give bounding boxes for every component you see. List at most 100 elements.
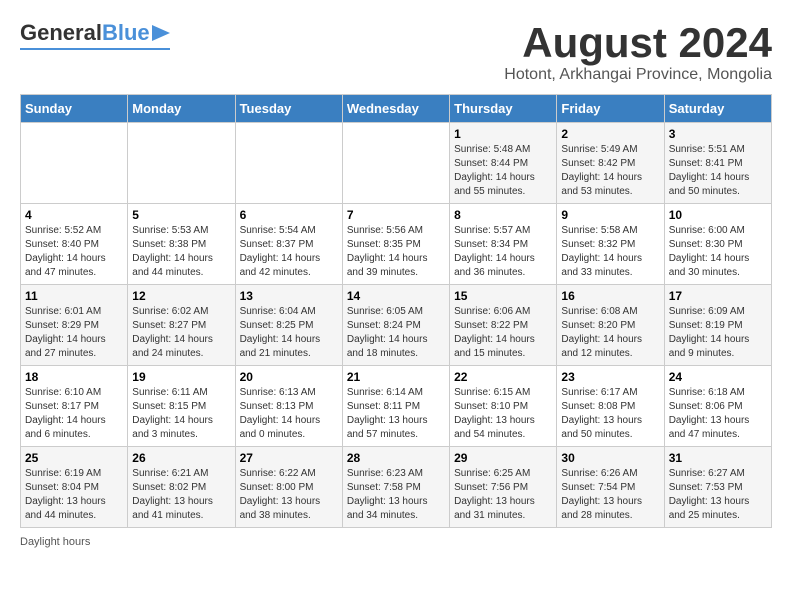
weekday-row: SundayMondayTuesdayWednesdayThursdayFrid… [21,95,772,123]
calendar-cell: 8 Sunrise: 5:57 AM Sunset: 8:34 PM Daylig… [450,204,557,285]
weekday-header: Monday [128,95,235,123]
logo-blue: Blue [102,20,150,46]
day-info: Sunrise: 6:19 AM Sunset: 8:04 PM Dayligh… [25,467,123,523]
day-info: Sunrise: 6:08 AM Sunset: 8:20 PM Dayligh… [561,305,659,361]
calendar-cell: 14 Sunrise: 6:05 AM Sunset: 8:24 PM Dayli… [342,285,449,366]
calendar-cell: 2 Sunrise: 5:49 AM Sunset: 8:42 PM Daylig… [557,123,664,204]
logo-arrow-icon [152,25,170,41]
day-number: 3 [669,127,767,141]
day-info: Sunrise: 5:53 AM Sunset: 8:38 PM Dayligh… [132,224,230,280]
day-number: 26 [132,451,230,465]
day-number: 31 [669,451,767,465]
day-number: 1 [454,127,552,141]
day-number: 25 [25,451,123,465]
day-number: 4 [25,208,123,222]
day-number: 17 [669,289,767,303]
day-number: 13 [240,289,338,303]
day-info: Sunrise: 6:18 AM Sunset: 8:06 PM Dayligh… [669,386,767,442]
calendar-cell: 29 Sunrise: 6:25 AM Sunset: 7:56 PM Dayli… [450,447,557,528]
day-info: Sunrise: 5:51 AM Sunset: 8:41 PM Dayligh… [669,143,767,199]
day-number: 12 [132,289,230,303]
calendar-cell [21,123,128,204]
calendar-week-row: 18 Sunrise: 6:10 AM Sunset: 8:17 PM Dayli… [21,366,772,447]
calendar-cell: 13Sunrise: 6:04 AM Sunset: 8:25 PM Dayli… [235,285,342,366]
calendar-cell: 18 Sunrise: 6:10 AM Sunset: 8:17 PM Dayli… [21,366,128,447]
title-block: August 2024 Hotont, Arkhangai Province, … [504,20,772,84]
day-number: 15 [454,289,552,303]
calendar-cell: 12 Sunrise: 6:02 AM Sunset: 8:27 PM Dayli… [128,285,235,366]
day-info: Sunrise: 6:10 AM Sunset: 8:17 PM Dayligh… [25,386,123,442]
day-number: 27 [240,451,338,465]
day-number: 18 [25,370,123,384]
day-number: 8 [454,208,552,222]
day-info: Sunrise: 6:23 AM Sunset: 7:58 PM Dayligh… [347,467,445,523]
day-number: 29 [454,451,552,465]
day-number: 22 [454,370,552,384]
day-info: Sunrise: 6:11 AM Sunset: 8:15 PM Dayligh… [132,386,230,442]
day-info: Sunrise: 6:01 AM Sunset: 8:29 PM Dayligh… [25,305,123,361]
day-number: 16 [561,289,659,303]
day-number: 11 [25,289,123,303]
day-number: 6 [240,208,338,222]
page-header: General Blue August 2024 Hotont, Arkhang… [20,20,772,84]
calendar-cell [235,123,342,204]
day-info: Sunrise: 6:13 AM Sunset: 8:13 PM Dayligh… [240,386,338,442]
calendar-cell: 26 Sunrise: 6:21 AM Sunset: 8:02 PM Dayli… [128,447,235,528]
day-number: 30 [561,451,659,465]
calendar-cell: 23Sunrise: 6:17 AM Sunset: 8:08 PM Dayli… [557,366,664,447]
day-info: Sunrise: 5:48 AM Sunset: 8:44 PM Dayligh… [454,143,552,199]
day-info: Sunrise: 6:21 AM Sunset: 8:02 PM Dayligh… [132,467,230,523]
calendar-cell: 30 Sunrise: 6:26 AM Sunset: 7:54 PM Dayli… [557,447,664,528]
calendar-cell: 27 Sunrise: 6:22 AM Sunset: 8:00 PM Dayli… [235,447,342,528]
day-info: Sunrise: 5:54 AM Sunset: 8:37 PM Dayligh… [240,224,338,280]
page-title: August 2024 [504,20,772,66]
day-info: Sunrise: 6:17 AM Sunset: 8:08 PM Dayligh… [561,386,659,442]
day-info: Sunrise: 6:15 AM Sunset: 8:10 PM Dayligh… [454,386,552,442]
day-info: Sunrise: 5:49 AM Sunset: 8:42 PM Dayligh… [561,143,659,199]
day-info: Sunrise: 5:52 AM Sunset: 8:40 PM Dayligh… [25,224,123,280]
calendar-cell: 15 Sunrise: 6:06 AM Sunset: 8:22 PM Dayli… [450,285,557,366]
day-info: Sunrise: 5:58 AM Sunset: 8:32 PM Dayligh… [561,224,659,280]
day-number: 7 [347,208,445,222]
calendar-cell [128,123,235,204]
day-info: Sunrise: 6:25 AM Sunset: 7:56 PM Dayligh… [454,467,552,523]
calendar-cell: 11 Sunrise: 6:01 AM Sunset: 8:29 PM Dayli… [21,285,128,366]
weekday-header: Tuesday [235,95,342,123]
calendar-table: SundayMondayTuesdayWednesdayThursdayFrid… [20,94,772,528]
day-info: Sunrise: 6:14 AM Sunset: 8:11 PM Dayligh… [347,386,445,442]
calendar-header: SundayMondayTuesdayWednesdayThursdayFrid… [21,95,772,123]
calendar-cell: 7Sunrise: 5:56 AM Sunset: 8:35 PM Daylig… [342,204,449,285]
calendar-cell: 6 Sunrise: 5:54 AM Sunset: 8:37 PM Daylig… [235,204,342,285]
day-info: Sunrise: 6:05 AM Sunset: 8:24 PM Dayligh… [347,305,445,361]
day-number: 14 [347,289,445,303]
day-number: 9 [561,208,659,222]
day-number: 2 [561,127,659,141]
day-info: Sunrise: 6:06 AM Sunset: 8:22 PM Dayligh… [454,305,552,361]
calendar-cell: 17 Sunrise: 6:09 AM Sunset: 8:19 PM Dayli… [664,285,771,366]
calendar-cell: 1 Sunrise: 5:48 AM Sunset: 8:44 PM Daylig… [450,123,557,204]
day-number: 5 [132,208,230,222]
calendar-body: 1 Sunrise: 5:48 AM Sunset: 8:44 PM Daylig… [21,123,772,528]
day-number: 10 [669,208,767,222]
logo-general: General [20,20,102,46]
day-number: 24 [669,370,767,384]
calendar-week-row: 11 Sunrise: 6:01 AM Sunset: 8:29 PM Dayli… [21,285,772,366]
day-info: Sunrise: 6:22 AM Sunset: 8:00 PM Dayligh… [240,467,338,523]
calendar-cell: 4 Sunrise: 5:52 AM Sunset: 8:40 PM Daylig… [21,204,128,285]
calendar-cell [342,123,449,204]
day-info: Sunrise: 6:00 AM Sunset: 8:30 PM Dayligh… [669,224,767,280]
calendar-cell: 3 Sunrise: 5:51 AM Sunset: 8:41 PM Daylig… [664,123,771,204]
calendar-week-row: 25 Sunrise: 6:19 AM Sunset: 8:04 PM Dayli… [21,447,772,528]
day-info: Sunrise: 6:26 AM Sunset: 7:54 PM Dayligh… [561,467,659,523]
calendar-cell: 31Sunrise: 6:27 AM Sunset: 7:53 PM Dayli… [664,447,771,528]
day-info: Sunrise: 6:09 AM Sunset: 8:19 PM Dayligh… [669,305,767,361]
day-info: Sunrise: 5:57 AM Sunset: 8:34 PM Dayligh… [454,224,552,280]
day-info: Sunrise: 6:02 AM Sunset: 8:27 PM Dayligh… [132,305,230,361]
calendar-cell: 25 Sunrise: 6:19 AM Sunset: 8:04 PM Dayli… [21,447,128,528]
calendar-cell: 5 Sunrise: 5:53 AM Sunset: 8:38 PM Daylig… [128,204,235,285]
day-number: 28 [347,451,445,465]
weekday-header: Thursday [450,95,557,123]
weekday-header: Friday [557,95,664,123]
calendar-cell: 9 Sunrise: 5:58 AM Sunset: 8:32 PM Daylig… [557,204,664,285]
day-number: 20 [240,370,338,384]
